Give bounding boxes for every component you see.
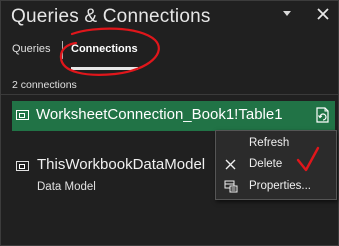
connection-icon bbox=[16, 110, 29, 120]
context-menu: Refresh Delete Properties... bbox=[215, 130, 337, 200]
menu-item-label: Delete bbox=[249, 158, 283, 170]
menu-item-properties[interactable]: Properties... bbox=[216, 177, 336, 197]
menu-item-refresh[interactable]: Refresh bbox=[216, 134, 336, 154]
connections-count: 2 connections bbox=[12, 79, 77, 91]
connection-name: WorksheetConnection_Book1!Table1 bbox=[36, 106, 283, 123]
pane-options-dropdown-icon[interactable] bbox=[283, 11, 291, 16]
connection-item-worksheet[interactable]: WorksheetConnection_Book1!Table1 bbox=[12, 101, 335, 131]
tab-separator bbox=[62, 41, 63, 59]
close-icon[interactable] bbox=[314, 5, 332, 23]
tab-connections[interactable]: Connections bbox=[71, 43, 138, 55]
refresh-icon[interactable] bbox=[316, 107, 330, 123]
x-icon bbox=[225, 159, 236, 170]
divider bbox=[1, 94, 338, 95]
tab-bar: Queries Connections bbox=[1, 41, 338, 70]
connection-icon bbox=[16, 161, 29, 171]
menu-item-label: Refresh bbox=[249, 137, 290, 149]
menu-item-label: Properties... bbox=[249, 180, 311, 192]
connection-subtitle: Data Model bbox=[37, 181, 96, 193]
active-tab-indicator bbox=[71, 67, 138, 70]
properties-icon bbox=[224, 180, 238, 193]
tab-queries[interactable]: Queries bbox=[12, 43, 51, 55]
pane-title: Queries & Connections bbox=[11, 6, 211, 27]
connection-item-datamodel[interactable]: ThisWorkbookDataModel bbox=[37, 156, 205, 173]
queries-connections-pane: Queries & Connections Queries Connection… bbox=[0, 0, 339, 246]
menu-item-delete[interactable]: Delete bbox=[216, 155, 336, 175]
